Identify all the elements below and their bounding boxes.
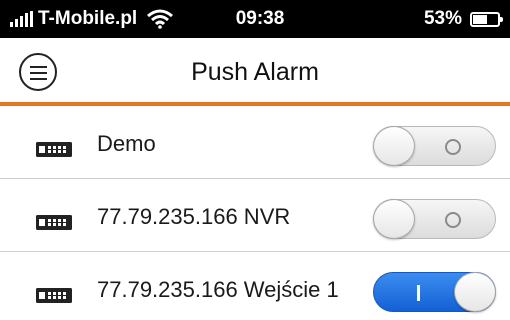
device-name: 77.79.235.166 Wejście 1	[97, 277, 339, 302]
device-name: Demo	[97, 131, 156, 156]
recorder-device-icon	[36, 288, 72, 303]
status-bar: T-Mobile.pl 09:38 53%	[0, 0, 510, 38]
toggle-on-symbol	[417, 285, 420, 301]
battery-percent: 53%	[423, 8, 462, 29]
device-name: 77.79.235.166 NVR	[97, 204, 291, 229]
toggle-knob	[373, 199, 415, 239]
alarm-toggle[interactable]	[373, 126, 496, 166]
battery-icon	[470, 11, 503, 27]
toggle-off-symbol	[445, 212, 461, 228]
list-item: 77.79.235.166 NVR	[0, 179, 510, 252]
list-item: 77.79.235.166 Wejście 1	[0, 252, 510, 320]
toggle-knob	[454, 272, 496, 312]
navigation-bar: Push Alarm	[0, 38, 510, 104]
page-title: Push Alarm	[191, 58, 319, 86]
toggle-off-symbol	[445, 139, 461, 155]
device-list: Demo 77.79.235.166 NVR 77.79.235.166 Wej…	[0, 106, 510, 320]
recorder-device-icon	[36, 215, 72, 230]
toggle-knob	[373, 126, 415, 166]
alarm-toggle[interactable]	[373, 272, 496, 312]
battery-status: 53%	[423, 0, 503, 38]
list-item: Demo	[0, 106, 510, 179]
alarm-toggle[interactable]	[373, 199, 496, 239]
recorder-device-icon	[36, 142, 72, 157]
